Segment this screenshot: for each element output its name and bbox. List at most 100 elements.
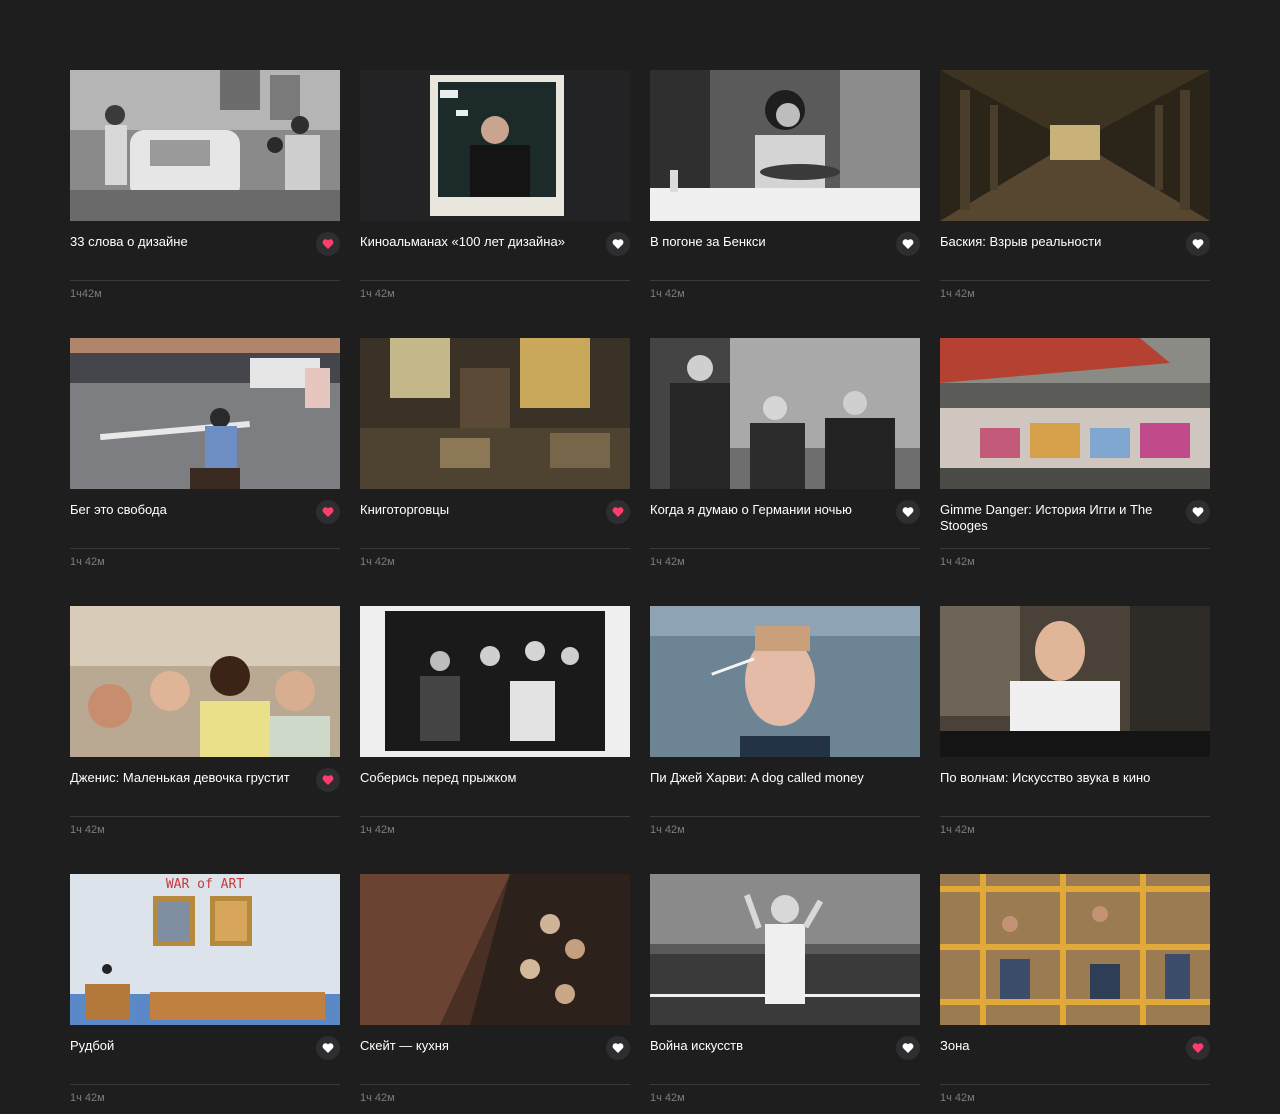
film-title[interactable]: Книготорговцы [360,502,582,518]
film-thumbnail[interactable] [650,606,920,757]
film-duration: 1ч 42м [70,824,105,836]
heart-icon [1192,1043,1204,1053]
film-card[interactable]: Когда я думаю о Германии ночью 1ч 42м [650,338,920,568]
film-thumbnail[interactable] [940,606,1210,757]
film-title[interactable]: Пи Джей Харви: A dog called money [650,770,872,786]
film-title[interactable]: Соберись перед прыжком [360,770,582,786]
film-card[interactable]: Зона 1ч 42м [940,874,1210,1104]
film-duration: 1ч 42м [650,1092,685,1104]
film-title[interactable]: По волнам: Искусство звука в кино [940,770,1162,786]
film-card[interactable]: По волнам: Искусство звука в кино 1ч 42м [940,606,1210,836]
film-card[interactable]: Книготорговцы 1ч 42м [360,338,630,568]
favorite-button[interactable] [896,1036,920,1060]
divider [940,816,1210,817]
favorite-button[interactable] [316,500,340,524]
film-title[interactable]: Когда я думаю о Германии ночью [650,502,872,518]
favorite-button[interactable] [896,500,920,524]
film-thumbnail[interactable] [650,338,920,489]
film-card[interactable]: Бег это свобода 1ч 42м [70,338,340,568]
heart-icon [322,507,334,517]
film-thumbnail[interactable]: WAR of ART [70,874,340,1025]
divider [650,1084,920,1085]
film-thumbnail[interactable] [650,874,920,1025]
films-grid: 33 слова о дизайне 1ч42м Киноальманах «1… [70,70,1210,1104]
film-duration: 1ч 42м [360,824,395,836]
film-title[interactable]: В погоне за Бенкси [650,234,872,250]
favorite-button[interactable] [316,232,340,256]
film-card[interactable]: WAR of ART Рудбой 1ч 42м [70,874,340,1104]
film-thumbnail[interactable] [940,338,1210,489]
favorite-button[interactable] [606,1036,630,1060]
film-duration: 1ч 42м [940,824,975,836]
heart-icon [902,507,914,517]
film-title[interactable]: Gimme Danger: История Игги и The Stooges [940,502,1162,534]
divider [940,548,1210,549]
film-title[interactable]: Зона [940,1038,1162,1054]
favorite-button[interactable] [1186,232,1210,256]
divider [360,548,630,549]
heart-icon [612,507,624,517]
film-title[interactable]: Киноальманах «100 лет дизайна» [360,234,582,250]
film-thumbnail[interactable] [940,874,1210,1025]
heart-icon [322,239,334,249]
film-duration: 1ч42м [70,288,102,300]
film-card[interactable]: 33 слова о дизайне 1ч42м [70,70,340,300]
divider [940,1084,1210,1085]
favorite-button[interactable] [606,500,630,524]
favorite-button[interactable] [606,232,630,256]
favorite-button[interactable] [316,768,340,792]
heart-icon [322,1043,334,1053]
divider [70,1084,340,1085]
film-title[interactable]: Дженис: Маленькая девочка грустит [70,770,292,786]
film-card[interactable]: Gimme Danger: История Игги и The Stooges… [940,338,1210,568]
film-card[interactable]: Скейт — кухня 1ч 42м [360,874,630,1104]
film-thumbnail[interactable] [940,70,1210,221]
film-card[interactable]: Пи Джей Харви: A dog called money 1ч 42м [650,606,920,836]
film-card[interactable]: Дженис: Маленькая девочка грустит 1ч 42м [70,606,340,836]
film-card[interactable]: Соберись перед прыжком 1ч 42м [360,606,630,836]
favorite-button[interactable] [1186,1036,1210,1060]
divider [940,280,1210,281]
film-title[interactable]: Баския: Взрыв реальности [940,234,1162,250]
divider [70,280,340,281]
film-thumbnail[interactable] [70,338,340,489]
film-title[interactable]: Бег это свобода [70,502,292,518]
divider [650,280,920,281]
divider [360,280,630,281]
heart-icon [612,239,624,249]
film-thumbnail[interactable] [360,338,630,489]
film-duration: 1ч 42м [650,824,685,836]
film-title[interactable]: Война искусств [650,1038,872,1054]
heart-icon [1192,239,1204,249]
divider [70,548,340,549]
film-duration: 1ч 42м [650,288,685,300]
film-card[interactable]: Баския: Взрыв реальности 1ч 42м [940,70,1210,300]
favorite-button[interactable] [1186,500,1210,524]
film-thumbnail[interactable] [650,70,920,221]
heart-icon [902,1043,914,1053]
film-card[interactable]: В погоне за Бенкси 1ч 42м [650,70,920,300]
film-duration: 1ч 42м [360,288,395,300]
film-thumbnail[interactable] [360,70,630,221]
poster-text: WAR of ART [166,877,244,892]
film-card[interactable]: Киноальманах «100 лет дизайна» 1ч 42м [360,70,630,300]
film-duration: 1ч 42м [70,556,105,568]
film-duration: 1ч 42м [360,1092,395,1104]
favorite-button[interactable] [316,1036,340,1060]
divider [360,816,630,817]
favorite-button[interactable] [896,232,920,256]
film-card[interactable]: Война искусств 1ч 42м [650,874,920,1104]
divider [360,1084,630,1085]
film-thumbnail[interactable] [70,606,340,757]
heart-icon [322,775,334,785]
film-thumbnail[interactable] [70,70,340,221]
film-title[interactable]: Рудбой [70,1038,292,1054]
film-thumbnail[interactable] [360,874,630,1025]
film-duration: 1ч 42м [360,556,395,568]
film-duration: 1ч 42м [70,1092,105,1104]
film-title[interactable]: Скейт — кухня [360,1038,582,1054]
divider [70,816,340,817]
film-title[interactable]: 33 слова о дизайне [70,234,292,250]
film-thumbnail[interactable] [360,606,630,757]
film-duration: 1ч 42м [940,1092,975,1104]
